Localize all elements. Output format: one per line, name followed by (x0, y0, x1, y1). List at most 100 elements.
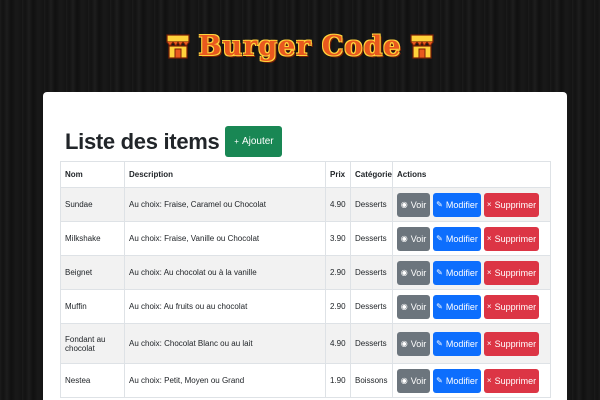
view-button[interactable]: ◉ Voir (397, 331, 430, 356)
cell-nom: Muffin (60, 289, 125, 324)
column-header-nom: Nom (60, 161, 125, 188)
edit-label: Modifier (445, 375, 478, 386)
close-icon: × (486, 234, 492, 243)
shop-icon (165, 34, 190, 59)
edit-label: Modifier (445, 338, 478, 349)
view-button[interactable]: ◉ Voir (397, 294, 430, 319)
table-row: Nestea Au choix: Petit, Moyen ou Grand 1… (60, 363, 551, 398)
cell-nom: Fondant au chocolat (60, 323, 125, 364)
view-label: Voir (410, 199, 427, 210)
pencil-icon: ✎ (436, 339, 443, 348)
plus-icon: + (234, 137, 239, 146)
column-header-categorie: Catégorie (350, 161, 393, 188)
pencil-icon: ✎ (436, 200, 443, 209)
row-actions: ◉ Voir ✎ Modifier × Supprimer (397, 260, 546, 285)
row-actions: ◉ Voir ✎ Modifier × Supprimer (397, 226, 546, 251)
view-label: Voir (410, 301, 427, 312)
title-row: Liste des items + Ajouter (65, 126, 283, 157)
eye-icon: ◉ (400, 339, 408, 348)
cell-description: Au choix: Petit, Moyen ou Grand (124, 363, 326, 398)
row-actions: ◉ Voir ✎ Modifier × Supprimer (397, 294, 546, 319)
pencil-icon: ✎ (436, 376, 443, 385)
table-row: Milkshake Au choix: Fraise, Vanille ou C… (60, 221, 551, 256)
row-actions: ◉ Voir ✎ Modifier × Supprimer (397, 368, 546, 393)
view-button[interactable]: ◉ Voir (397, 226, 430, 251)
cell-categorie: Desserts (350, 255, 393, 290)
eye-icon: ◉ (400, 376, 408, 385)
cell-actions: ◉ Voir ✎ Modifier × Supprimer (392, 289, 551, 324)
close-icon: × (486, 339, 492, 348)
edit-button[interactable]: ✎ Modifier (433, 331, 481, 356)
view-label: Voir (410, 338, 427, 349)
row-actions: ◉ Voir ✎ Modifier × Supprimer (397, 192, 546, 217)
delete-button[interactable]: × Supprimer (484, 260, 539, 285)
delete-button[interactable]: × Supprimer (484, 331, 539, 356)
cell-prix: 2.90 (325, 289, 351, 324)
edit-label: Modifier (445, 267, 478, 278)
items-table-wrapper: Nom Description Prix Catégorie Actions S… (60, 161, 551, 398)
table-row: Fondant au chocolat Au choix: Chocolat B… (60, 323, 551, 364)
edit-button[interactable]: ✎ Modifier (433, 260, 481, 285)
cell-prix: 2.90 (325, 255, 351, 290)
eye-icon: ◉ (400, 200, 408, 209)
cell-nom: Sundae (60, 187, 125, 222)
cell-categorie: Desserts (350, 323, 393, 364)
eye-icon: ◉ (400, 234, 408, 243)
cell-nom: Beignet (60, 255, 125, 290)
edit-button[interactable]: ✎ Modifier (433, 192, 481, 217)
cell-categorie: Desserts (350, 221, 393, 256)
cell-description: Au choix: Chocolat Blanc ou au lait (124, 323, 326, 364)
page-title: Liste des items (65, 128, 220, 154)
site-header: Burger Code (0, 22, 600, 70)
cell-actions: ◉ Voir ✎ Modifier × Supprimer (392, 255, 551, 290)
eye-icon: ◉ (400, 302, 408, 311)
close-icon: × (486, 268, 492, 277)
delete-label: Supprimer (494, 375, 537, 386)
cell-actions: ◉ Voir ✎ Modifier × Supprimer (392, 187, 551, 222)
column-header-actions: Actions (392, 161, 551, 188)
pencil-icon: ✎ (436, 302, 443, 311)
cell-prix: 3.90 (325, 221, 351, 256)
close-icon: × (486, 302, 492, 311)
table-header-row: Nom Description Prix Catégorie Actions (60, 161, 551, 188)
delete-label: Supprimer (494, 199, 537, 210)
add-item-button[interactable]: + Ajouter (225, 126, 283, 157)
delete-button[interactable]: × Supprimer (484, 368, 539, 393)
table-row: Beignet Au choix: Au chocolat ou à la va… (60, 255, 551, 290)
cell-actions: ◉ Voir ✎ Modifier × Supprimer (392, 221, 551, 256)
edit-label: Modifier (445, 199, 478, 210)
delete-button[interactable]: × Supprimer (484, 294, 539, 319)
items-panel: Liste des items + Ajouter Nom Descriptio… (43, 92, 567, 400)
view-button[interactable]: ◉ Voir (397, 192, 430, 217)
column-header-description: Description (124, 161, 326, 188)
brand-title[interactable]: Burger Code (199, 31, 402, 62)
cell-prix: 1.90 (325, 363, 351, 398)
view-label: Voir (410, 233, 427, 244)
column-header-prix: Prix (325, 161, 351, 188)
edit-button[interactable]: ✎ Modifier (433, 294, 481, 319)
delete-button[interactable]: × Supprimer (484, 192, 539, 217)
cell-categorie: Boissons (350, 363, 393, 398)
view-button[interactable]: ◉ Voir (397, 368, 430, 393)
close-icon: × (486, 376, 492, 385)
delete-button[interactable]: × Supprimer (484, 226, 539, 251)
delete-label: Supprimer (494, 301, 537, 312)
cell-description: Au choix: Fraise, Caramel ou Chocolat (124, 187, 326, 222)
cell-nom: Milkshake (60, 221, 125, 256)
cell-description: Au choix: Au chocolat ou à la vanille (124, 255, 326, 290)
cell-description: Au choix: Au fruits ou au chocolat (124, 289, 326, 324)
delete-label: Supprimer (494, 233, 537, 244)
view-button[interactable]: ◉ Voir (397, 260, 430, 285)
view-label: Voir (410, 267, 427, 278)
edit-button[interactable]: ✎ Modifier (433, 226, 481, 251)
cell-prix: 4.90 (325, 187, 351, 222)
delete-label: Supprimer (494, 338, 537, 349)
pencil-icon: ✎ (436, 268, 443, 277)
pencil-icon: ✎ (436, 234, 443, 243)
items-table: Nom Description Prix Catégorie Actions S… (60, 161, 551, 398)
close-icon: × (486, 200, 492, 209)
edit-button[interactable]: ✎ Modifier (433, 368, 481, 393)
row-actions: ◉ Voir ✎ Modifier × Supprimer (397, 331, 546, 356)
cell-description: Au choix: Fraise, Vanille ou Chocolat (124, 221, 326, 256)
cell-categorie: Desserts (350, 187, 393, 222)
